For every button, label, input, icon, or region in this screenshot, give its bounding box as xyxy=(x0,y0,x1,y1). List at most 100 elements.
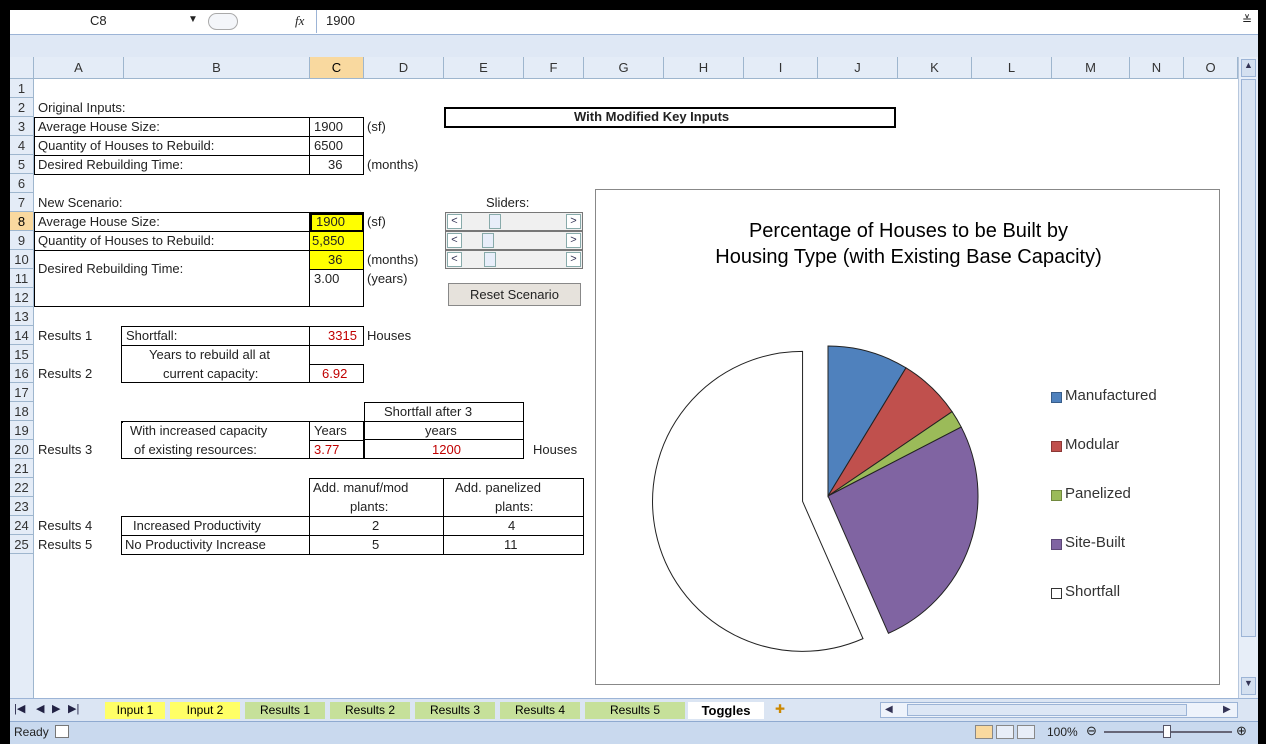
row-header[interactable]: 16 xyxy=(10,364,34,383)
tab-input-1[interactable]: Input 1 xyxy=(105,702,165,719)
row-header[interactable]: 6 xyxy=(10,174,34,193)
row-header[interactable]: 3 xyxy=(10,117,34,136)
vertical-scrollbar[interactable]: ▲ ▼ xyxy=(1238,57,1258,698)
tab-toggles[interactable]: Toggles xyxy=(688,702,764,719)
slider-thumb[interactable] xyxy=(484,252,496,267)
page-layout-view-icon[interactable] xyxy=(996,725,1014,739)
formula-divider-handle[interactable] xyxy=(208,13,238,30)
scroll-up-icon[interactable]: ▲ xyxy=(1241,59,1256,77)
pie-chart[interactable]: Percentage of Houses to be Built by Hous… xyxy=(595,189,1220,685)
row-header[interactable]: 15 xyxy=(10,345,34,364)
row-header[interactable]: 2 xyxy=(10,98,34,117)
row-header[interactable]: 9 xyxy=(10,231,34,250)
name-box-value: C8 xyxy=(90,13,107,28)
row-header[interactable]: 22 xyxy=(10,478,34,497)
column-header-k[interactable]: K xyxy=(898,57,972,79)
row-header[interactable]: 25 xyxy=(10,535,34,554)
tab-results-1[interactable]: Results 1 xyxy=(245,702,325,719)
row-header[interactable]: 12 xyxy=(10,288,34,307)
original-time-value[interactable]: 36 xyxy=(328,156,342,174)
page-break-view-icon[interactable] xyxy=(1017,725,1035,739)
tab-results-3[interactable]: Results 3 xyxy=(415,702,495,719)
scroll-thumb[interactable] xyxy=(907,704,1187,716)
normal-view-icon[interactable] xyxy=(975,725,993,739)
reset-scenario-button[interactable]: Reset Scenario xyxy=(448,283,581,306)
house-size-slider[interactable]: < > xyxy=(445,212,583,231)
chevron-down-icon[interactable]: ▼ xyxy=(188,11,198,29)
chevron-left-icon[interactable]: < xyxy=(447,233,462,248)
column-header-j[interactable]: J xyxy=(818,57,898,79)
row-header[interactable]: 18 xyxy=(10,402,34,421)
tab-results-2[interactable]: Results 2 xyxy=(330,702,410,719)
chevron-left-icon[interactable]: < xyxy=(447,214,462,229)
new-avg-house-size-value[interactable]: 1900 xyxy=(316,213,345,231)
row-header[interactable]: 24 xyxy=(10,516,34,535)
column-header-m[interactable]: M xyxy=(1052,57,1130,79)
scroll-thumb[interactable] xyxy=(1241,79,1256,637)
function-icon[interactable]: fx xyxy=(295,12,304,30)
rebuild-time-slider[interactable]: < > xyxy=(445,250,583,269)
tab-results-4[interactable]: Results 4 xyxy=(500,702,580,719)
zoom-in-icon[interactable]: ⊕ xyxy=(1236,722,1247,740)
row-header[interactable]: 23 xyxy=(10,497,34,516)
row-header[interactable]: 20 xyxy=(10,440,34,459)
column-header-i[interactable]: I xyxy=(744,57,818,79)
horizontal-scrollbar[interactable]: ◀ ▶ xyxy=(880,702,1238,718)
column-header-b[interactable]: B xyxy=(124,57,310,79)
column-header-e[interactable]: E xyxy=(444,57,524,79)
row-header[interactable]: 10 xyxy=(10,250,34,269)
scroll-down-icon[interactable]: ▼ xyxy=(1241,677,1256,695)
original-avg-house-size-value[interactable]: 1900 xyxy=(314,118,343,136)
column-header-g[interactable]: G xyxy=(584,57,664,79)
scroll-left-icon[interactable]: ◀ xyxy=(885,701,893,719)
column-header-a[interactable]: A xyxy=(34,57,124,79)
chevron-left-icon[interactable]: < xyxy=(447,252,462,267)
select-all-corner[interactable] xyxy=(10,57,34,79)
row-header[interactable]: 7 xyxy=(10,193,34,212)
legend-label: Manufactured xyxy=(1065,387,1157,404)
column-header-f[interactable]: F xyxy=(524,57,584,79)
name-box[interactable]: C8 ▼ xyxy=(10,10,210,33)
last-sheet-icon[interactable]: ▶| xyxy=(68,700,79,718)
row-header[interactable]: 1 xyxy=(10,79,34,98)
zoom-thumb[interactable] xyxy=(1163,725,1171,738)
insert-sheet-icon[interactable]: ✚ xyxy=(775,700,785,718)
row-header[interactable]: 5 xyxy=(10,155,34,174)
scroll-right-icon[interactable]: ▶ xyxy=(1223,701,1231,719)
original-quantity-value[interactable]: 6500 xyxy=(314,137,343,155)
column-header-n[interactable]: N xyxy=(1130,57,1184,79)
row-header[interactable]: 21 xyxy=(10,459,34,478)
macro-record-icon[interactable] xyxy=(55,725,69,738)
results-1-label: Results 1 xyxy=(38,328,93,343)
next-sheet-icon[interactable]: ▶ xyxy=(52,700,60,718)
row-header[interactable]: 14 xyxy=(10,326,34,345)
zoom-out-icon[interactable]: ⊖ xyxy=(1086,722,1097,740)
formula-input[interactable]: 1900 xyxy=(326,12,355,30)
row-header[interactable]: 13 xyxy=(10,307,34,326)
column-header-l[interactable]: L xyxy=(972,57,1052,79)
row-header[interactable]: 11 xyxy=(10,269,34,288)
tab-input-2[interactable]: Input 2 xyxy=(170,702,240,719)
chevron-right-icon[interactable]: > xyxy=(566,214,581,229)
results-2-label: Results 2 xyxy=(38,366,93,381)
row-header[interactable]: 8 xyxy=(10,212,34,231)
first-sheet-icon[interactable]: |◀ xyxy=(14,700,25,718)
column-header-d[interactable]: D xyxy=(364,57,444,79)
expand-formula-icon[interactable]: ≚ xyxy=(1242,11,1252,29)
prev-sheet-icon[interactable]: ◀ xyxy=(36,700,44,718)
column-header-h[interactable]: H xyxy=(664,57,744,79)
new-time-value[interactable]: 36 xyxy=(328,251,342,269)
chevron-right-icon[interactable]: > xyxy=(566,252,581,267)
row-header[interactable]: 4 xyxy=(10,136,34,155)
new-quantity-value[interactable]: 5,850 xyxy=(312,232,345,250)
zoom-level[interactable]: 100% xyxy=(1047,723,1078,741)
chevron-right-icon[interactable]: > xyxy=(566,233,581,248)
tab-results-5[interactable]: Results 5 xyxy=(585,702,685,719)
column-header-c[interactable]: C xyxy=(310,57,364,79)
column-header-o[interactable]: O xyxy=(1184,57,1238,79)
row-header[interactable]: 19 xyxy=(10,421,34,440)
quantity-slider[interactable]: < > xyxy=(445,231,583,250)
row-header[interactable]: 17 xyxy=(10,383,34,402)
slider-thumb[interactable] xyxy=(482,233,494,248)
slider-thumb[interactable] xyxy=(489,214,501,229)
